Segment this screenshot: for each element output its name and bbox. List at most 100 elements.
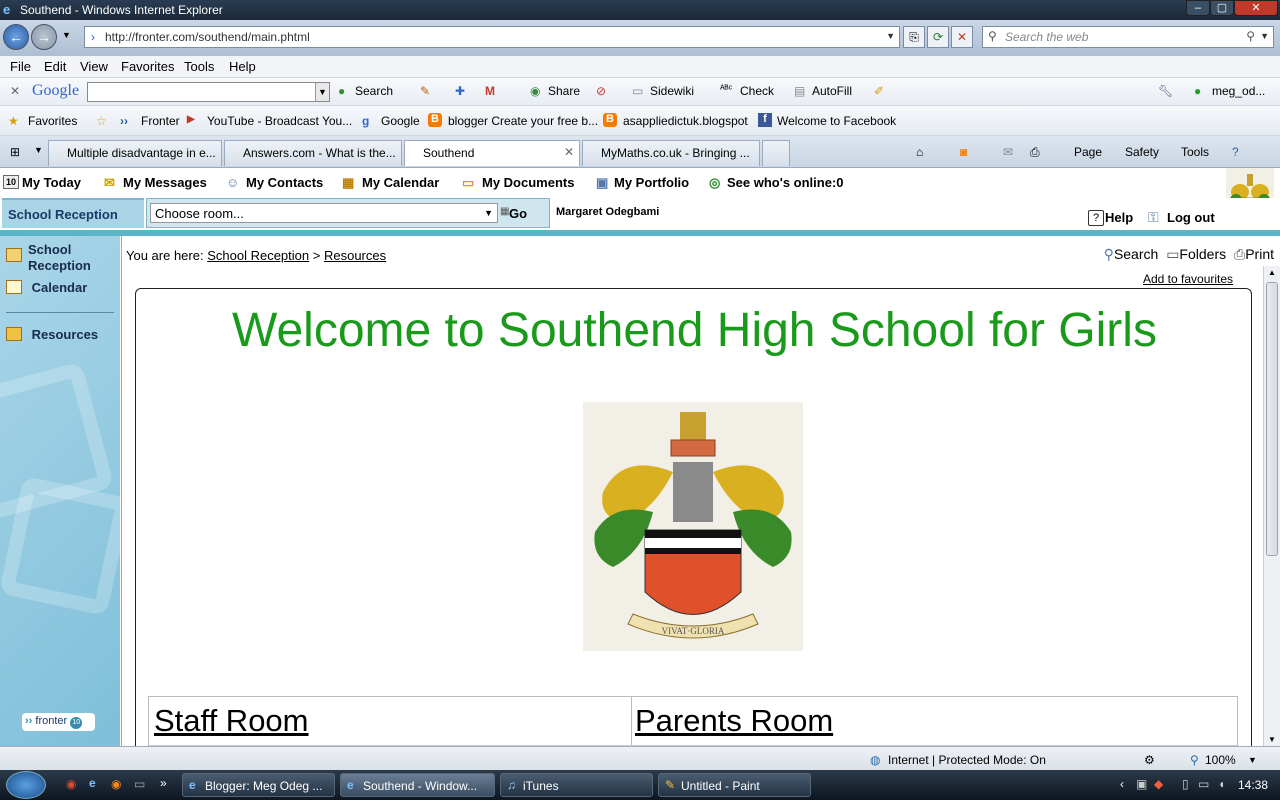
taskbar-southend[interactable]: e Southend - Window... xyxy=(340,773,495,797)
tab-answers[interactable]: Answers.com - What is the... xyxy=(224,140,402,166)
google-search-dropdown-icon[interactable]: ▼ xyxy=(315,83,329,101)
fav-link-google[interactable]: Google xyxy=(381,114,420,128)
scroll-down-icon[interactable]: ▼ xyxy=(1268,735,1276,744)
web-search-box[interactable]: ⚲ Search the web ⚲ ▼ xyxy=(982,26,1274,48)
tab-list-dropdown-icon[interactable]: ▼ xyxy=(34,145,43,155)
room-dropdown-icon[interactable]: ▼ xyxy=(484,208,493,218)
menu-tools[interactable]: Tools xyxy=(184,59,214,74)
search-go-icon[interactable]: ⚲ xyxy=(1246,29,1255,43)
maximize-button[interactable]: ▢ xyxy=(1210,0,1234,16)
address-bar[interactable]: › http://fronter.com/southend/main.phtml… xyxy=(84,26,900,48)
tab-southend[interactable]: Southend ✕ xyxy=(404,140,580,166)
close-button[interactable]: ✕ xyxy=(1234,0,1278,16)
menu-favorites[interactable]: Favorites xyxy=(121,59,174,74)
nav-my-contacts[interactable]: My Contacts xyxy=(246,175,323,190)
sidebar-item-school-reception[interactable]: School Reception xyxy=(6,242,116,274)
popup-blocker-icon[interactable]: ⊘ xyxy=(596,84,606,98)
breadcrumb-resources[interactable]: Resources xyxy=(324,248,386,263)
stop-icon[interactable]: ✕ xyxy=(951,26,973,48)
fav-link-facebook[interactable]: Welcome to Facebook xyxy=(777,114,896,128)
parents-room-link[interactable]: Parents Room xyxy=(635,703,833,739)
quicklaunch-more-icon[interactable]: » xyxy=(160,776,167,790)
tab-mymaths[interactable]: MyMaths.co.uk - Bringing ... xyxy=(582,140,760,166)
gmail-icon[interactable]: M xyxy=(485,84,495,98)
tray-monitor-icon[interactable]: ▭ xyxy=(1198,777,1209,791)
add-favorite-icon[interactable]: ☆ xyxy=(96,114,107,128)
back-button[interactable]: ← xyxy=(3,24,29,50)
breadcrumb-school-reception[interactable]: School Reception xyxy=(207,248,309,263)
google-search-button[interactable]: Search xyxy=(355,84,393,98)
start-button[interactable] xyxy=(6,771,46,799)
close-tab-icon[interactable]: ✕ xyxy=(564,145,574,159)
minimize-button[interactable]: – xyxy=(1186,0,1210,16)
google-account[interactable]: meg_od... xyxy=(1212,84,1265,98)
search-provider-dropdown-icon[interactable]: ▼ xyxy=(1260,31,1269,41)
nav-my-messages[interactable]: My Messages xyxy=(123,175,207,190)
vertical-scrollbar[interactable]: ▲ ▼ xyxy=(1263,266,1280,746)
print-tool[interactable]: Print xyxy=(1245,246,1274,262)
taskbar-itunes[interactable]: ♫ iTunes xyxy=(500,773,653,797)
tray-device-icon[interactable]: ▯ xyxy=(1182,777,1189,791)
menu-view[interactable]: View xyxy=(80,59,108,74)
nav-who-online[interactable]: See who's online:0 xyxy=(727,175,844,190)
tab-multiple-disadvantage[interactable]: Multiple disadvantage in e... xyxy=(48,140,222,166)
address-dropdown-icon[interactable]: ▼ xyxy=(886,31,895,41)
rss-feeds-icon[interactable]: ◙ xyxy=(960,145,967,159)
nav-my-documents[interactable]: My Documents xyxy=(482,175,574,190)
ie-quicklaunch-icon[interactable]: e xyxy=(89,776,96,790)
fav-link-blogspot[interactable]: asappliedictuk.blogspot xyxy=(623,114,748,128)
current-room-tab[interactable]: School Reception xyxy=(2,198,144,228)
favorites-button[interactable]: Favorites xyxy=(28,114,77,128)
nav-my-today[interactable]: My Today xyxy=(22,175,81,190)
home-icon[interactable]: ⌂ xyxy=(916,145,923,159)
plus-icon[interactable]: ✚ xyxy=(455,84,465,98)
forward-button[interactable]: → xyxy=(31,24,57,50)
sidebar-item-calendar[interactable]: Calendar xyxy=(6,280,87,295)
zoom-dropdown-icon[interactable]: ▼ xyxy=(1248,755,1257,765)
page-menu[interactable]: Page xyxy=(1074,145,1102,159)
print-icon[interactable]: ⎙ xyxy=(1030,145,1040,160)
taskbar-paint[interactable]: ✎ Untitled - Paint xyxy=(658,773,811,797)
firefox-quicklaunch-icon[interactable]: ◉ xyxy=(111,777,121,791)
nav-my-portfolio[interactable]: My Portfolio xyxy=(614,175,689,190)
room-select[interactable]: Choose room... ▼ xyxy=(150,203,498,223)
clock[interactable]: 14:38 xyxy=(1238,778,1268,792)
logout-link[interactable]: Log out xyxy=(1167,210,1215,225)
protected-mode-icon[interactable]: ⚙ xyxy=(1144,753,1155,767)
tray-network-icon[interactable]: ▣ xyxy=(1136,777,1147,791)
zoom-level[interactable]: 100% xyxy=(1205,753,1236,767)
google-search-input[interactable]: ▼ xyxy=(87,82,330,102)
help-icon[interactable]: ? xyxy=(1232,145,1239,159)
share-button[interactable]: Share xyxy=(548,84,580,98)
tools-menu[interactable]: Tools xyxy=(1181,145,1209,159)
tray-volume-icon[interactable]: ◖ xyxy=(1218,777,1225,791)
show-desktop-icon[interactable]: ▭ xyxy=(134,777,145,791)
scroll-up-icon[interactable]: ▲ xyxy=(1268,268,1276,277)
wrench-icon[interactable]: 🔧︎ xyxy=(1158,84,1173,98)
tray-expand-icon[interactable]: ‹ xyxy=(1120,777,1124,791)
check-button[interactable]: Check xyxy=(740,84,774,98)
tray-security-icon[interactable]: ◆ xyxy=(1154,777,1163,791)
sidebar-item-resources[interactable]: Resources xyxy=(6,327,98,342)
scroll-thumb[interactable] xyxy=(1266,282,1278,556)
recent-pages-dropdown-icon[interactable]: ▼ xyxy=(62,30,71,40)
staff-room-link[interactable]: Staff Room xyxy=(154,703,309,739)
quick-tabs-icon[interactable]: ⊞ xyxy=(10,145,20,159)
refresh-icon[interactable]: ⟳ xyxy=(927,26,949,48)
autofill-button[interactable]: AutoFill xyxy=(812,84,852,98)
new-tab-button[interactable] xyxy=(762,140,790,166)
fav-link-blogger[interactable]: blogger Create your free b... xyxy=(448,114,598,128)
menu-file[interactable]: File xyxy=(10,59,31,74)
folders-tool[interactable]: Folders xyxy=(1179,246,1226,262)
highlighter-icon[interactable]: ✐ xyxy=(874,84,884,98)
safety-menu[interactable]: Safety xyxy=(1125,145,1159,159)
compatibility-icon[interactable]: ⎘ xyxy=(903,26,925,48)
add-to-favourites-link[interactable]: Add to favourites xyxy=(1143,272,1233,286)
fav-link-fronter[interactable]: Fronter xyxy=(141,114,180,128)
menu-edit[interactable]: Edit xyxy=(44,59,66,74)
sidewiki-button[interactable]: Sidewiki xyxy=(650,84,694,98)
nav-my-calendar[interactable]: My Calendar xyxy=(362,175,439,190)
menu-help[interactable]: Help xyxy=(229,59,256,74)
search-tool[interactable]: Search xyxy=(1114,246,1158,262)
security-zone[interactable]: Internet | Protected Mode: On xyxy=(888,753,1046,767)
